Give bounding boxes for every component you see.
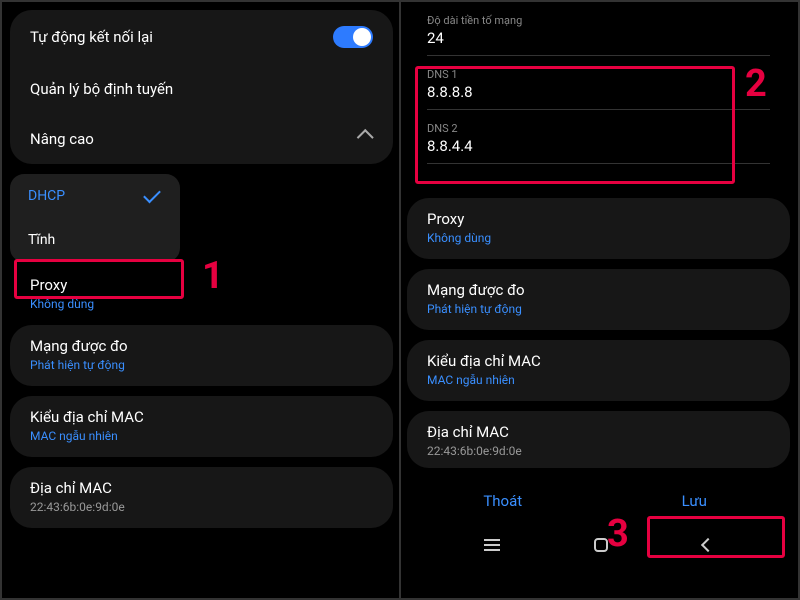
nav-bar — [407, 528, 790, 558]
mac-addr-card: Địa chỉ MAC 22:43:6b:0e:9d:0e — [10, 467, 393, 528]
mac-addr-label-r: Địa chỉ MAC — [427, 423, 770, 441]
router-mgmt-row[interactable]: Quản lý bộ định tuyến — [10, 64, 393, 114]
metered-row[interactable]: Mạng được đo Phát hiện tự động — [10, 325, 393, 386]
ip-type-dropdown: DHCP Tĩnh — [10, 174, 180, 262]
settings-card-top: Tự động kết nối lại Quản lý bộ định tuyế… — [10, 10, 393, 164]
dns1-label: DNS 1 — [427, 68, 770, 81]
router-mgmt-label: Quản lý bộ định tuyến — [30, 80, 173, 98]
proxy-row[interactable]: Proxy Không dùng — [10, 276, 393, 325]
auto-reconnect-label: Tự động kết nối lại — [30, 28, 153, 46]
mac-type-label: Kiểu địa chỉ MAC — [30, 408, 373, 426]
mac-addr-card-r: Địa chỉ MAC 22:43:6b:0e:9d:0e — [407, 411, 790, 468]
check-icon — [144, 190, 162, 202]
metered-label: Mạng được đo — [30, 337, 373, 355]
proxy-value: Không dùng — [30, 297, 373, 311]
mac-addr-value-r: 22:43:6b:0e:9d:0e — [427, 444, 770, 458]
mac-type-card: Kiểu địa chỉ MAC MAC ngẫu nhiên — [10, 396, 393, 457]
cancel-button[interactable]: Thoát — [407, 478, 599, 524]
dns2-row[interactable]: DNS 2 8.8.4.4 — [421, 110, 776, 163]
metered-label-r: Mạng được đo — [427, 281, 770, 299]
prefix-value: 24 — [427, 29, 770, 47]
recents-icon[interactable] — [484, 544, 500, 546]
chevron-up-icon — [355, 130, 373, 148]
action-bar: Thoát Lưu — [407, 472, 790, 528]
proxy-card-r: Proxy Không dùng — [407, 198, 790, 259]
dns2-label: DNS 2 — [427, 122, 770, 135]
mac-type-value-r: MAC ngẫu nhiên — [427, 373, 770, 387]
advanced-label: Nâng cao — [30, 130, 94, 148]
proxy-label-r: Proxy — [427, 210, 770, 228]
proxy-value-r: Không dùng — [427, 231, 770, 245]
mac-type-value: MAC ngẫu nhiên — [30, 429, 373, 443]
tinh-label: Tĩnh — [28, 232, 55, 248]
metered-card-r: Mạng được đo Phát hiện tự động — [407, 269, 790, 330]
fields-card: Độ dài tiền tố mạng 24 DNS 1 8.8.8.8 DNS… — [407, 10, 790, 164]
dns1-value: 8.8.8.8 — [427, 83, 770, 101]
mac-type-row[interactable]: Kiểu địa chỉ MAC MAC ngẫu nhiên — [10, 396, 393, 457]
mac-addr-row: Địa chỉ MAC 22:43:6b:0e:9d:0e — [10, 467, 393, 528]
dns2-value: 8.8.4.4 — [427, 137, 770, 155]
metered-value: Phát hiện tự động — [30, 358, 373, 372]
home-icon[interactable] — [594, 538, 608, 552]
save-button[interactable]: Lưu — [599, 478, 791, 524]
proxy-label: Proxy — [30, 276, 373, 294]
dns1-row[interactable]: DNS 1 8.8.8.8 — [421, 56, 776, 109]
mac-type-card-r: Kiểu địa chỉ MAC MAC ngẫu nhiên — [407, 340, 790, 401]
proxy-block: Proxy Không dùng — [10, 272, 393, 325]
metered-row-r[interactable]: Mạng được đo Phát hiện tự động — [407, 269, 790, 330]
mac-type-row-r[interactable]: Kiểu địa chỉ MAC MAC ngẫu nhiên — [407, 340, 790, 401]
mac-addr-value: 22:43:6b:0e:9d:0e — [30, 500, 373, 514]
mac-type-label-r: Kiểu địa chỉ MAC — [427, 352, 770, 370]
back-icon[interactable] — [701, 538, 715, 552]
mac-addr-row-r: Địa chỉ MAC 22:43:6b:0e:9d:0e — [407, 411, 790, 468]
toggle-icon[interactable] — [333, 26, 373, 48]
prefix-label: Độ dài tiền tố mạng — [427, 14, 770, 27]
metered-value-r: Phát hiện tự động — [427, 302, 770, 316]
left-screenshot: Tự động kết nối lại Quản lý bộ định tuyế… — [2, 2, 399, 598]
dhcp-label: DHCP — [28, 188, 65, 204]
right-screenshot: Độ dài tiền tố mạng 24 DNS 1 8.8.8.8 DNS… — [401, 2, 798, 598]
dropdown-option-static[interactable]: Tĩnh — [10, 218, 180, 262]
metered-card: Mạng được đo Phát hiện tự động — [10, 325, 393, 386]
dropdown-option-dhcp[interactable]: DHCP — [10, 174, 180, 218]
advanced-row[interactable]: Nâng cao — [10, 114, 393, 164]
prefix-row[interactable]: Độ dài tiền tố mạng 24 — [421, 10, 776, 55]
mac-addr-label: Địa chỉ MAC — [30, 479, 373, 497]
auto-reconnect-row[interactable]: Tự động kết nối lại — [10, 10, 393, 64]
proxy-row-r[interactable]: Proxy Không dùng — [407, 198, 790, 259]
